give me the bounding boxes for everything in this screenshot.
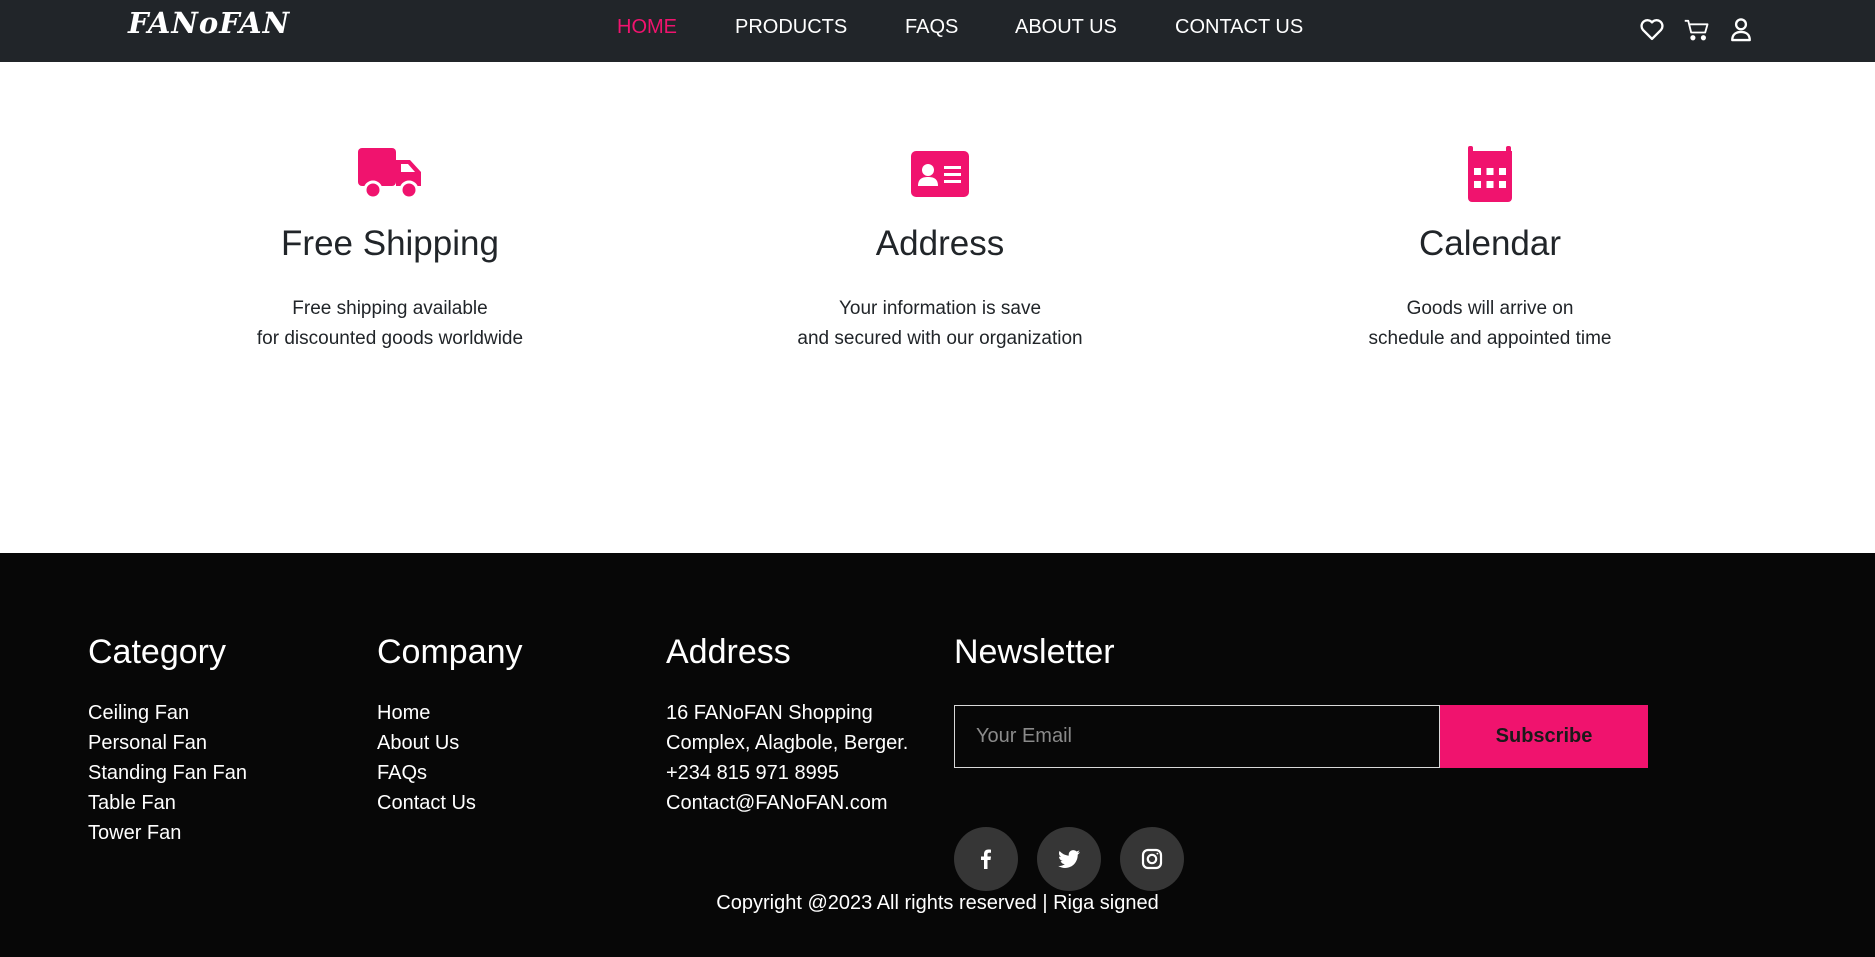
- feature-free-shipping: Free Shipping Free shipping available fo…: [180, 146, 600, 354]
- company-link[interactable]: Contact Us: [377, 792, 476, 814]
- category-link[interactable]: Table Fan: [88, 792, 176, 814]
- feature-title: Address: [875, 224, 1005, 263]
- footer-company-column: Company Home About Us FAQs Contact Us: [377, 633, 523, 818]
- list-item[interactable]: Personal Fan: [88, 728, 247, 758]
- newsletter-form: Subscribe: [954, 705, 1648, 769]
- list-item[interactable]: Home: [377, 698, 523, 728]
- truck-icon: [355, 146, 425, 202]
- nav-products-link[interactable]: PRODUCTS: [735, 16, 847, 39]
- footer-category-column: Category Ceiling Fan Personal Fan Standi…: [88, 633, 247, 848]
- list-item[interactable]: FAQs: [377, 758, 523, 788]
- instagram-icon[interactable]: [1120, 827, 1184, 891]
- address-line: 16 FANoFAN Shopping: [666, 702, 873, 724]
- top-navbar: FANoFAN HOME PRODUCTS FAQS ABOUT US CONT…: [0, 0, 1875, 62]
- list-item[interactable]: Standing Fan Fan: [88, 758, 247, 788]
- footer-company-title: Company: [377, 633, 523, 671]
- site-footer: Category Ceiling Fan Personal Fan Standi…: [0, 553, 1875, 957]
- feature-title: Free Shipping: [281, 224, 499, 263]
- company-link[interactable]: About Us: [377, 732, 459, 754]
- subscribe-button[interactable]: Subscribe: [1440, 705, 1648, 768]
- feature-calendar: Calendar Goods will arrive on schedule a…: [1280, 146, 1700, 354]
- address-line: Complex, Alagbole, Berger.: [666, 732, 909, 754]
- list-item[interactable]: Table Fan: [88, 788, 247, 818]
- heart-icon[interactable]: [1638, 15, 1666, 43]
- category-link[interactable]: Standing Fan Fan: [88, 762, 247, 784]
- nav-about-link[interactable]: ABOUT US: [1015, 16, 1117, 39]
- newsletter-title: Newsletter: [954, 633, 1115, 671]
- category-link[interactable]: Personal Fan: [88, 732, 207, 754]
- facebook-icon[interactable]: [954, 827, 1018, 891]
- copyright-text: Copyright @2023 All rights reserved | Ri…: [716, 892, 1159, 914]
- footer-address-title: Address: [666, 633, 791, 671]
- nav-contact-link[interactable]: CONTACT US: [1175, 16, 1303, 39]
- feature-description: Your information is save and secured wit…: [797, 298, 1083, 349]
- company-list: Home About Us FAQs Contact Us: [377, 698, 523, 818]
- footer-category-title: Category: [88, 633, 226, 671]
- footer-address-column: Address 16 FANoFAN Shopping Complex, Ala…: [666, 633, 908, 818]
- nav-faqs-link[interactable]: FAQS: [905, 16, 958, 39]
- category-list: Ceiling Fan Personal Fan Standing Fan Fa…: [88, 698, 247, 848]
- twitter-icon[interactable]: [1037, 827, 1101, 891]
- email-input[interactable]: [954, 705, 1440, 768]
- nav-home-link[interactable]: HOME: [617, 16, 677, 39]
- brand-logo[interactable]: FANoFAN: [128, 6, 290, 40]
- email-address: Contact@FANoFAN.com: [666, 792, 888, 814]
- calendar-icon: [1455, 146, 1525, 202]
- company-link[interactable]: Home: [377, 702, 430, 724]
- list-item[interactable]: Ceiling Fan: [88, 698, 247, 728]
- list-item[interactable]: About Us: [377, 728, 523, 758]
- feature-description: Free shipping available for discounted g…: [256, 298, 524, 349]
- feature-title: Calendar: [1418, 224, 1562, 263]
- address-lines: 16 FANoFAN Shopping Complex, Alagbole, B…: [666, 698, 908, 818]
- list-item[interactable]: Contact Us: [377, 788, 523, 818]
- cart-icon[interactable]: [1683, 15, 1711, 43]
- footer-newsletter: Newsletter: [954, 633, 1115, 702]
- category-link[interactable]: Ceiling Fan: [88, 702, 189, 724]
- category-link[interactable]: Tower Fan: [88, 822, 181, 844]
- feature-address: Address Your information is save and sec…: [730, 146, 1150, 354]
- phone-number: +234 815 971 8995: [666, 762, 839, 784]
- id-card-icon: [905, 146, 975, 202]
- company-link[interactable]: FAQs: [377, 762, 427, 784]
- list-item[interactable]: Tower Fan: [88, 818, 247, 848]
- user-icon[interactable]: [1727, 15, 1755, 43]
- feature-description: Goods will arrive on schedule and appoin…: [1368, 298, 1612, 349]
